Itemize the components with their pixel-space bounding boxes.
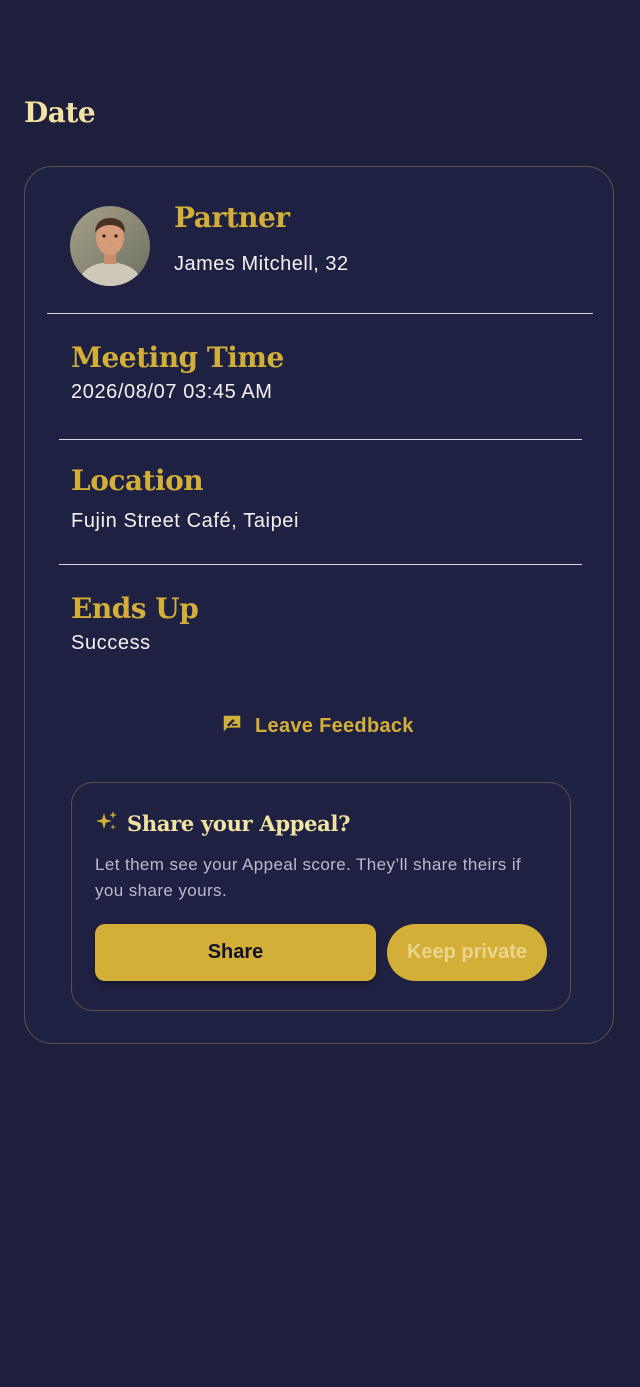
appeal-title: Share your Appeal? [127, 811, 351, 836]
divider [59, 439, 582, 440]
appeal-title-row: Share your Appeal? [95, 809, 350, 838]
meeting-time-label: Meeting Time [71, 341, 284, 374]
partner-avatar[interactable] [70, 206, 150, 286]
date-details-card: Partner James Mitchell, 32 Meeting Time … [24, 166, 614, 1044]
ends-up-label: Ends Up [71, 592, 199, 625]
appeal-description: Let them see your Appeal score. They’ll … [95, 855, 522, 900]
keep-private-button[interactable]: Keep private [387, 924, 547, 981]
location-value: Fujin Street Café, Taipei [71, 510, 300, 532]
divider [59, 564, 582, 565]
leave-feedback-label: Leave Feedback [255, 714, 414, 737]
location-label: Location [71, 464, 204, 497]
page-title: Date [24, 96, 96, 129]
share-button[interactable]: Share [95, 924, 376, 981]
partner-name: James Mitchell, 32 [174, 253, 349, 275]
meeting-time-value: 2026/08/07 03:45 AM [71, 381, 273, 403]
rate-review-icon [221, 713, 243, 740]
leave-feedback-button[interactable]: Leave Feedback [221, 711, 414, 741]
ends-up-value: Success [71, 632, 151, 654]
divider [47, 313, 593, 314]
sparkles-icon [95, 809, 119, 838]
share-appeal-panel: Share your Appeal? Let them see your App… [71, 782, 571, 1011]
partner-label: Partner [174, 201, 290, 234]
